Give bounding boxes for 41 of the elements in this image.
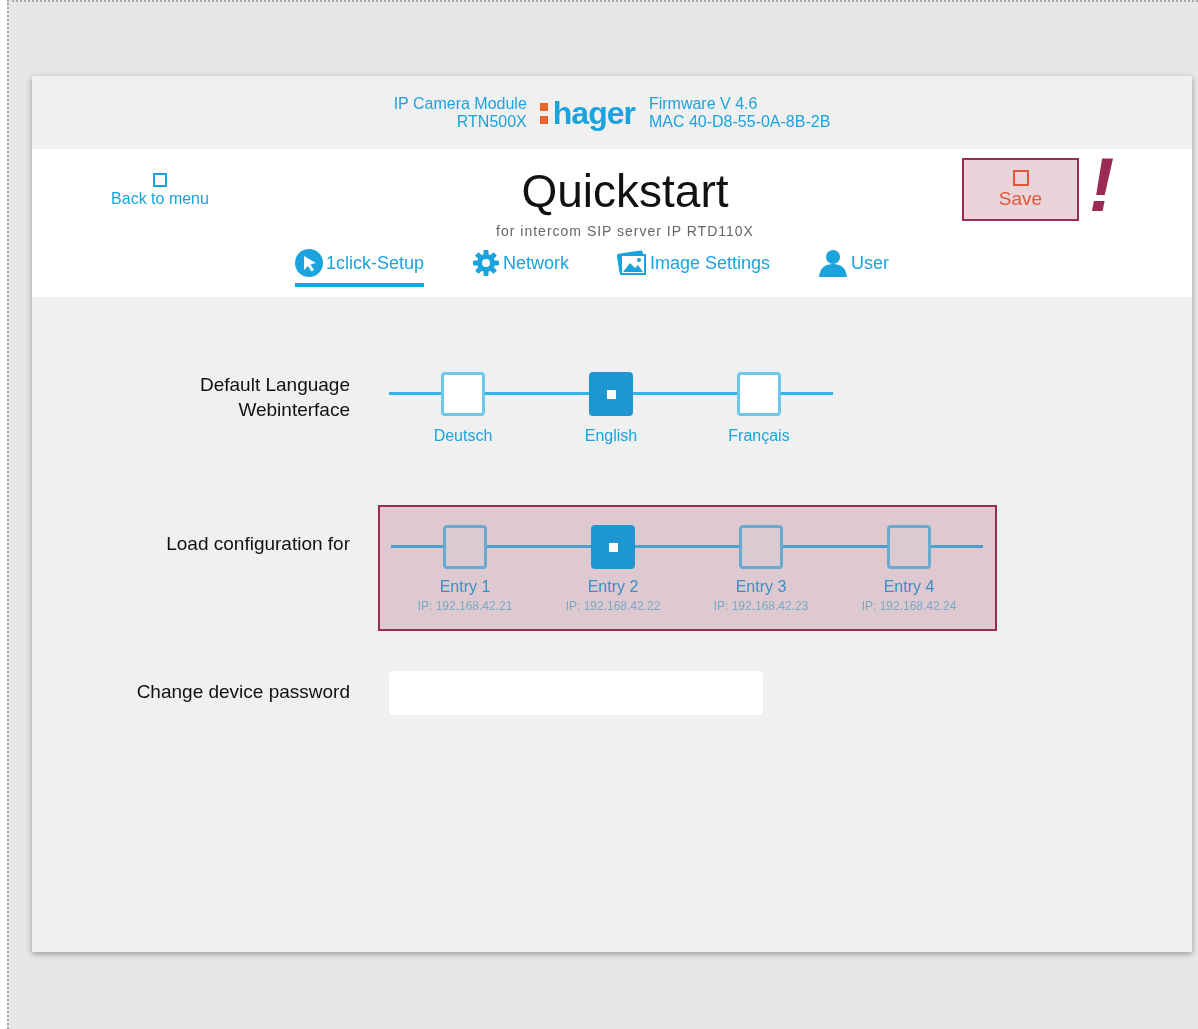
entry-option[interactable] [739, 525, 783, 569]
page-subtitle: for intercom SIP server IP RTD110X [496, 223, 754, 239]
field-label: Default Language [200, 373, 350, 397]
device-name: IP Camera Module [393, 94, 527, 113]
tab[interactable]: Image Settings [617, 249, 771, 287]
entry-ip: IP: 192.168.42.24 [861, 599, 957, 613]
entry-option[interactable] [443, 525, 487, 569]
language-option[interactable] [441, 372, 485, 416]
entry-ip: IP: 192.168.42.22 [565, 599, 661, 613]
image-icon [617, 249, 647, 277]
save-button[interactable]: Save [962, 158, 1079, 221]
field-label: Change device password [136, 680, 350, 704]
entry-label: Entry 1 [439, 578, 491, 596]
entry-label: Entry 2 [587, 578, 639, 596]
logo-colon-icon [538, 100, 549, 125]
mac-address: MAC 40-D8-55-0A-8B-2B [648, 112, 831, 131]
option-label: Français [728, 427, 790, 445]
firmware-version: Firmware V 4.6 [648, 94, 759, 113]
entry-ip: IP: 192.168.42.23 [713, 599, 809, 613]
entry-label: Entry 4 [883, 578, 935, 596]
entry-option[interactable] [591, 525, 635, 569]
tab[interactable]: 1click-Setup [294, 249, 424, 287]
device-model: RTN500X [456, 112, 527, 131]
entry-ip: IP: 192.168.42.21 [417, 599, 513, 613]
language-option[interactable] [589, 372, 633, 416]
back-to-menu-link[interactable]: Back to menu [32, 149, 288, 208]
tab[interactable]: Network [471, 249, 569, 287]
field-label: Load configuration for [166, 532, 350, 556]
page-title: Quickstart [521, 164, 729, 219]
option-label: English [584, 427, 638, 445]
language-option[interactable] [737, 372, 781, 416]
gear-icon [471, 249, 500, 277]
cursor-icon [294, 249, 323, 277]
field-label: Webinterface [238, 398, 350, 422]
logo: hager [551, 93, 637, 133]
tab[interactable]: User [818, 249, 890, 287]
option-label: Deutsch [433, 427, 493, 445]
alert-mark: ! [1089, 150, 1115, 220]
entry-label: Entry 3 [735, 578, 787, 596]
entry-option[interactable] [887, 525, 931, 569]
user-icon [818, 249, 849, 277]
